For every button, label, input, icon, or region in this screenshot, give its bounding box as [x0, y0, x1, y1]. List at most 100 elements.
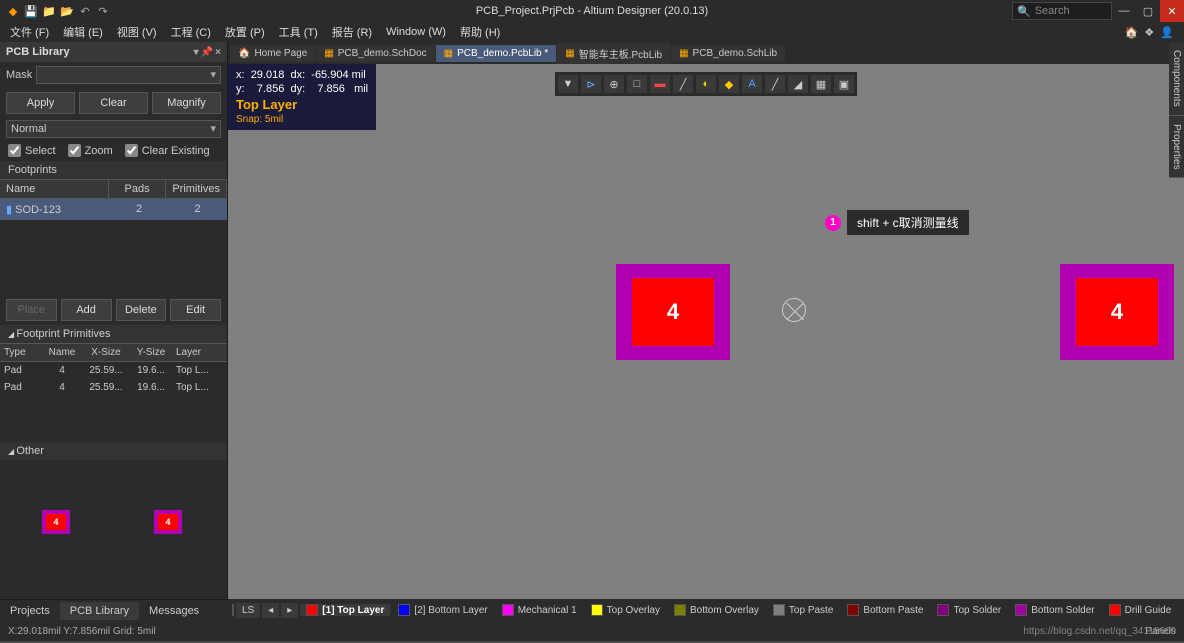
document-tabs: 🏠Home Page ▦PCB_demo.SchDoc ▦PCB_demo.Pc… [228, 42, 1184, 64]
notify-icon[interactable]: ❖ [1144, 26, 1154, 39]
layer-chip[interactable]: Top Paste [767, 604, 839, 616]
coordinate-display: x: 29.018 dx: -65.904 mil y: 7.856 dy: 7… [228, 64, 376, 130]
menu-help[interactable]: 帮助 (H) [454, 22, 506, 42]
app-icon: ◆ [6, 4, 20, 18]
normal-dropdown[interactable]: Normal [6, 120, 221, 138]
window-title: PCB_Project.PrjPcb - Altium Designer (20… [476, 5, 708, 17]
menu-place[interactable]: 放置 (P) [219, 22, 271, 42]
component-icon[interactable]: ▣ [834, 75, 854, 93]
layer-prev-icon[interactable]: ◂ [262, 603, 279, 618]
folder-icon[interactable]: 📁 [42, 4, 56, 18]
side-tabs: Components Properties [1169, 42, 1184, 178]
menu-view[interactable]: 视图 (V) [111, 22, 163, 42]
tab-car[interactable]: ▦智能车主板.PcbLib [557, 43, 670, 64]
menu-project[interactable]: 工程 (C) [165, 22, 217, 42]
menu-tools[interactable]: 工具 (T) [273, 22, 324, 42]
layer-chip[interactable]: Bottom Overlay [668, 604, 765, 616]
redo-icon[interactable]: ↷ [96, 4, 110, 18]
region-icon[interactable]: ◢ [788, 75, 808, 93]
tab-pcb-library[interactable]: PCB Library [60, 602, 139, 620]
menu-file[interactable]: 文件 (F) [4, 22, 55, 42]
footprints-table-head: Name Pads Primitives [0, 179, 227, 199]
polygon-icon[interactable]: ▬ [650, 75, 670, 93]
primitive-row[interactable]: Pad425.59...19.6...Top L... [0, 362, 227, 379]
save-icon[interactable]: 💾 [24, 4, 38, 18]
canvas[interactable]: x: 29.018 dx: -65.904 mil y: 7.856 dy: 7… [228, 64, 1184, 599]
title-bar: ◆ 💾 📁 📂 ↶ ↷ PCB_Project.PrjPcb - Altium … [0, 0, 1184, 22]
dim-icon[interactable]: ╱ [765, 75, 785, 93]
maximize-button[interactable]: ▢ [1136, 0, 1160, 22]
primitives-header[interactable]: Footprint Primitives [0, 325, 227, 343]
add-button[interactable]: Add [61, 299, 112, 321]
footprint-row[interactable]: ▮ SOD-123 2 2 [0, 199, 227, 220]
place-button[interactable]: Place [6, 299, 57, 321]
delete-button[interactable]: Delete [116, 299, 167, 321]
layer-chip[interactable]: Bottom Solder [1009, 604, 1100, 616]
primitives-list: Pad425.59...19.6...Top L... Pad425.59...… [0, 362, 227, 442]
select-checkbox[interactable]: Select [8, 144, 56, 157]
layer-chip[interactable]: Top Solder [931, 604, 1007, 616]
apply-button[interactable]: Apply [6, 92, 75, 114]
text-icon[interactable]: A [742, 75, 762, 93]
tab-pcblib[interactable]: ▦PCB_demo.PcbLib * [436, 45, 557, 62]
panel-close-icon[interactable]: × [215, 47, 221, 58]
tab-home[interactable]: 🏠Home Page [230, 45, 315, 62]
layer-next-icon[interactable]: ▸ [281, 603, 298, 618]
footprints-header: Footprints [0, 161, 227, 179]
tab-schlib[interactable]: ▦PCB_demo.SchLib [671, 45, 785, 62]
current-layer-swatch[interactable] [232, 604, 234, 616]
side-tab-components[interactable]: Components [1169, 42, 1184, 116]
edit-button[interactable]: Edit [170, 299, 221, 321]
workspace: 🏠Home Page ▦PCB_demo.SchDoc ▦PCB_demo.Pc… [228, 42, 1184, 599]
magnify-button[interactable]: Magnify [152, 92, 221, 114]
primitive-row[interactable]: Pad425.59...19.6...Top L... [0, 379, 227, 396]
side-tab-properties[interactable]: Properties [1169, 116, 1184, 179]
layer-chip[interactable]: Bottom Paste [841, 604, 929, 616]
panel-title: PCB Library ▾ 📌 × [0, 42, 227, 62]
pad-icon[interactable]: ⊕ [604, 75, 624, 93]
tab-schdoc[interactable]: ▦PCB_demo.SchDoc [316, 45, 434, 62]
open-icon[interactable]: 📂 [60, 4, 74, 18]
clear-button[interactable]: Clear [79, 92, 148, 114]
minimize-button[interactable]: — [1112, 0, 1136, 22]
pad-right[interactable]: 4 [1060, 264, 1174, 360]
layer-chip[interactable]: [2] Bottom Layer [392, 604, 493, 616]
panel-dropdown-icon[interactable]: ▾ [194, 47, 199, 58]
arc-icon[interactable]: ◐ [696, 75, 716, 93]
user-icon[interactable]: 👤 [1160, 26, 1174, 39]
search-input[interactable]: 🔍 Search [1012, 2, 1112, 20]
origin-marker [782, 298, 806, 322]
watermark: https://blog.csdn.net/qq_34118600 [1023, 626, 1176, 637]
tab-projects[interactable]: Projects [0, 602, 60, 620]
other-header[interactable]: Other [0, 442, 227, 460]
filter-icon[interactable]: ▼ [558, 75, 578, 93]
line-icon[interactable]: ╱ [673, 75, 693, 93]
layer-chip[interactable]: Keep-Out Layer [1179, 604, 1184, 616]
tab-messages[interactable]: Messages [139, 602, 209, 620]
undo-icon[interactable]: ↶ [78, 4, 92, 18]
menu-report[interactable]: 报告 (R) [326, 22, 378, 42]
fill-icon[interactable]: ◆ [719, 75, 739, 93]
layer-chip[interactable]: [1] Top Layer [300, 604, 390, 616]
status-bar: X:29.018mil Y:7.856mil Grid: 5mil Panels [0, 621, 1184, 641]
annotation-callout: 1 shift + c取消测量线 [825, 210, 969, 235]
menu-edit[interactable]: 编辑 (E) [57, 22, 109, 42]
zoom-checkbox[interactable]: Zoom [68, 144, 113, 157]
layer-chip[interactable]: Drill Guide [1103, 604, 1178, 616]
menu-window[interactable]: Window (W) [380, 24, 452, 40]
close-button[interactable]: ✕ [1160, 0, 1184, 22]
ls-button[interactable]: LS [236, 603, 260, 618]
layer-chip[interactable]: Mechanical 1 [496, 604, 583, 616]
track-icon[interactable]: ⊳ [581, 75, 601, 93]
pad-left[interactable]: 4 [616, 264, 730, 360]
mask-input[interactable] [36, 66, 221, 84]
menu-bar: 文件 (F) 编辑 (E) 视图 (V) 工程 (C) 放置 (P) 工具 (T… [0, 22, 1184, 42]
panel-pin-icon[interactable]: 📌 [201, 47, 213, 58]
annotation-badge: 1 [825, 215, 841, 231]
clear-existing-checkbox[interactable]: Clear Existing [125, 144, 210, 157]
home-icon[interactable]: 🏠 [1125, 26, 1139, 39]
graphic-icon[interactable]: ▦ [811, 75, 831, 93]
bottom-left-tabs: Projects PCB Library Messages [0, 599, 228, 621]
layer-chip[interactable]: Top Overlay [585, 604, 666, 616]
via-icon[interactable]: □ [627, 75, 647, 93]
